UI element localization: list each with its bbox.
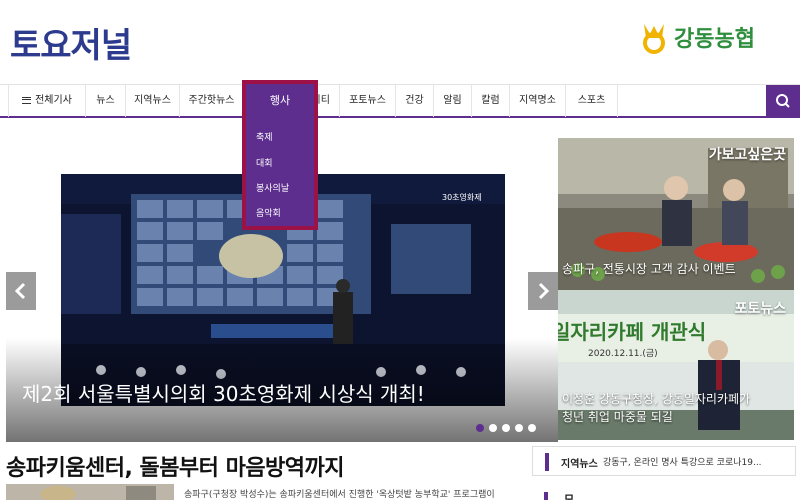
ticker-accent-bar xyxy=(545,453,549,471)
nav-all-articles-label: 전체기사 xyxy=(35,95,72,106)
slider-dot[interactable] xyxy=(489,424,497,432)
nav-item-local-attractions[interactable]: 지역명소 xyxy=(510,85,566,117)
dropdown-item-volunteer-day[interactable]: 봉사의날 xyxy=(256,181,289,194)
nav-item-notice[interactable]: 알림 xyxy=(434,85,472,117)
dropdown-item-festival[interactable]: 축제 xyxy=(256,130,273,143)
nav-item-local-news[interactable]: 지역뉴스 xyxy=(126,85,180,117)
local-news-ticker[interactable]: 지역뉴스 강동구, 온라인 명사 특강으로 코로나19... xyxy=(532,446,796,476)
card-category-tag: 가보고싶은곳 xyxy=(708,147,786,163)
slider-dot[interactable] xyxy=(502,424,510,432)
top-article-headline[interactable]: 송파키움센터, 돌봄부터 마음방역까지 xyxy=(6,450,345,482)
nav-item-photo-news[interactable]: 포토뉴스 xyxy=(340,85,396,117)
slider-dot[interactable] xyxy=(528,424,536,432)
slide-caption[interactable]: 제2회 서울특별시의회 30초영화제 시상식 개최! xyxy=(22,378,425,407)
nav-item-weekly-hot[interactable]: 주간핫뉴스 xyxy=(180,85,244,117)
ticker-text[interactable]: 강동구, 온라인 명사 특강으로 코로나19... xyxy=(603,455,762,468)
slider-prev-button[interactable] xyxy=(6,272,36,310)
feature-card-photo-news[interactable]: 일자리카페 개관식 2020.12.11.(금) 포토뉴스 이정훈 강동구청장,… xyxy=(558,290,794,440)
card-category-tag: 포토뉴스 xyxy=(734,301,786,317)
dropdown-item-concert[interactable]: 음악회 xyxy=(256,206,281,219)
nav-item-news[interactable]: 뉴스 xyxy=(86,85,126,117)
card-sign-date: 2020.12.11.(금) xyxy=(588,349,658,359)
nav-all-articles[interactable]: 전체기사 xyxy=(8,85,86,117)
nonghyup-logo-icon xyxy=(643,24,665,54)
chevron-left-icon xyxy=(14,282,26,300)
top-article-thumbnail[interactable] xyxy=(6,484,174,500)
menu-icon xyxy=(22,96,32,104)
nav-item-health[interactable]: 건강 xyxy=(396,85,434,117)
search-button[interactable] xyxy=(766,85,800,117)
dropdown-item-competition[interactable]: 대회 xyxy=(256,156,273,169)
nav-item-sports[interactable]: 스포츠 xyxy=(566,85,618,117)
screen-badge: 30초영화제 xyxy=(442,193,482,202)
top-article-summary: 송파구(구청장 박성수)는 송파키움센터에서 진행한 '옥상텃밭 농부학교' 프… xyxy=(184,490,495,500)
chevron-right-icon xyxy=(538,282,550,300)
site-logo[interactable]: 토요저널 xyxy=(10,18,132,67)
slider-next-button[interactable] xyxy=(528,272,558,310)
partner-banner[interactable]: 강동농협 xyxy=(640,20,755,54)
slider-dot[interactable] xyxy=(476,424,484,432)
card-caption[interactable]: 송파구, 전통시장 고객 감사 이벤트 xyxy=(562,260,736,278)
section-label[interactable]: 모집 xyxy=(564,491,574,500)
card-sign-text: 일자리카페 개관식 xyxy=(558,320,707,344)
slider-pagination xyxy=(476,424,536,432)
thumbnail-image xyxy=(6,484,174,500)
search-icon xyxy=(776,94,790,108)
card-caption-line: 청년 취업 마중물 되길 xyxy=(562,410,673,424)
ticker-label: 지역뉴스 xyxy=(561,459,598,470)
nav-item-column[interactable]: 칼럼 xyxy=(472,85,510,117)
events-dropdown-menu: 행사 축제 대회 봉사의날 음악회 xyxy=(242,80,318,230)
slider-dot[interactable] xyxy=(515,424,523,432)
feature-card-places[interactable]: 가보고싶은곳 송파구, 전통시장 고객 감사 이벤트 xyxy=(558,138,794,290)
card-caption-line: 이정훈 강동구청장, 강동일자리카페가 xyxy=(562,392,751,406)
events-dropdown-title[interactable]: 행사 xyxy=(246,84,314,118)
section-accent-bar xyxy=(544,492,548,500)
card-caption[interactable]: 이정훈 강동구청장, 강동일자리카페가 청년 취업 마중물 되길 xyxy=(562,390,750,426)
main-nav: 전체기사 뉴스 지역뉴스 주간핫뉴스 행사 커뮤니티 포토뉴스 건강 알림 칼럼… xyxy=(0,84,800,118)
partner-name: 강동농협 xyxy=(674,27,755,52)
